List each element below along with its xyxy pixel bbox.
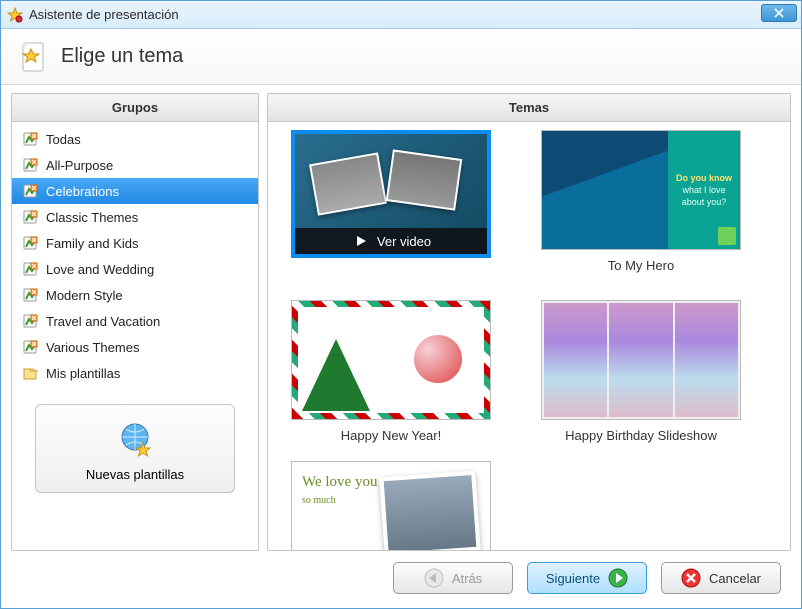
theme-category-icon	[22, 287, 38, 303]
watch-video-overlay[interactable]: Ver video	[295, 228, 487, 254]
back-label: Atrás	[452, 571, 482, 586]
group-item[interactable]: Family and Kids	[12, 230, 258, 256]
group-item[interactable]: Various Themes	[12, 334, 258, 360]
theme-tile[interactable]: Happy New Year!	[286, 300, 496, 443]
close-button[interactable]	[761, 4, 797, 22]
page-star-icon	[17, 41, 49, 73]
back-button: Atrás	[393, 562, 513, 594]
arrow-left-icon	[424, 568, 444, 588]
theme-tile[interactable]: We love youso much We love you so much	[286, 461, 496, 550]
play-icon	[351, 231, 371, 251]
download-icon	[718, 227, 736, 245]
theme-thumbnail: Ver video Anniversary Gift for Girlfrien…	[291, 130, 491, 258]
hero-text-3: about you?	[682, 197, 727, 207]
titlebar: Asistente de presentación	[1, 1, 801, 29]
theme-thumbnail	[541, 300, 741, 420]
next-button[interactable]: Siguiente	[527, 562, 647, 594]
group-label: Classic Themes	[46, 210, 138, 225]
hero-text-2: what I love	[682, 185, 725, 195]
watch-video-label: Ver video	[377, 234, 431, 249]
group-item[interactable]: Travel and Vacation	[12, 308, 258, 334]
themes-panel: Temas Ver video Anniversary Gift for Gir…	[267, 93, 791, 551]
group-label: Modern Style	[46, 288, 123, 303]
theme-label: Happy Birthday Slideshow	[565, 424, 717, 443]
cancel-button[interactable]: Cancelar	[661, 562, 781, 594]
group-item[interactable]: Modern Style	[12, 282, 258, 308]
theme-tile[interactable]: Ver video Anniversary Gift for Girlfrien…	[286, 130, 496, 258]
folder-icon	[22, 365, 38, 381]
group-item[interactable]: Celebrations	[12, 178, 258, 204]
group-label: Mis plantillas	[46, 366, 120, 381]
window-title: Asistente de presentación	[29, 7, 179, 22]
theme-tile[interactable]: Do you know what I love about you? To My…	[536, 130, 746, 282]
theme-thumbnail: Do you know what I love about you?	[541, 130, 741, 250]
theme-label: To My Hero	[608, 254, 674, 273]
theme-category-icon	[22, 235, 38, 251]
group-label: Todas	[46, 132, 81, 147]
groups-heading: Grupos	[12, 94, 258, 122]
group-label: Celebrations	[46, 184, 119, 199]
wizard-header: Elige un tema	[1, 29, 801, 85]
group-label: All-Purpose	[46, 158, 113, 173]
group-item[interactable]: Love and Wedding	[12, 256, 258, 282]
globe-star-icon	[115, 419, 155, 459]
group-label: Love and Wedding	[46, 262, 154, 277]
group-list: Todas All-Purpose Celebrations Classic Them…	[12, 122, 258, 390]
group-item[interactable]: Classic Themes	[12, 204, 258, 230]
theme-thumbnail: We love youso much	[291, 461, 491, 550]
next-label: Siguiente	[546, 571, 600, 586]
hero-text-1: Do you know	[676, 173, 732, 183]
theme-category-icon	[22, 209, 38, 225]
themes-scroll[interactable]: Ver video Anniversary Gift for Girlfrien…	[268, 122, 790, 550]
content: Grupos Todas All-Purpose Celebrations Class…	[1, 85, 801, 555]
app-icon	[7, 7, 23, 23]
cancel-label: Cancelar	[709, 571, 761, 586]
group-label: Various Themes	[46, 340, 139, 355]
wizard-footer: Atrás Siguiente Cancelar	[1, 555, 801, 601]
arrow-right-icon	[608, 568, 628, 588]
page-title: Elige un tema	[61, 45, 183, 68]
theme-category-icon	[22, 131, 38, 147]
theme-category-icon	[22, 261, 38, 277]
close-icon	[774, 8, 784, 18]
groups-panel: Grupos Todas All-Purpose Celebrations Class…	[11, 93, 259, 551]
new-templates-label: Nuevas plantillas	[86, 467, 184, 482]
theme-category-icon	[22, 313, 38, 329]
theme-tile[interactable]: Happy Birthday Slideshow	[536, 300, 746, 443]
group-item[interactable]: All-Purpose	[12, 152, 258, 178]
group-item[interactable]: Mis plantillas	[12, 360, 258, 386]
theme-thumbnail	[291, 300, 491, 420]
themes-heading: Temas	[268, 94, 790, 122]
theme-category-icon	[22, 339, 38, 355]
theme-label: Happy New Year!	[341, 424, 441, 443]
themes-grid: Ver video Anniversary Gift for Girlfrien…	[286, 130, 784, 550]
group-label: Travel and Vacation	[46, 314, 160, 329]
group-label: Family and Kids	[46, 236, 138, 251]
group-item[interactable]: Todas	[12, 126, 258, 152]
theme-category-icon	[22, 183, 38, 199]
cancel-icon	[681, 568, 701, 588]
new-templates-button[interactable]: Nuevas plantillas	[35, 404, 235, 493]
theme-label: Anniversary Gift for Girlfriend	[291, 256, 491, 258]
theme-category-icon	[22, 157, 38, 173]
love-script-text: We love youso much	[302, 474, 377, 508]
